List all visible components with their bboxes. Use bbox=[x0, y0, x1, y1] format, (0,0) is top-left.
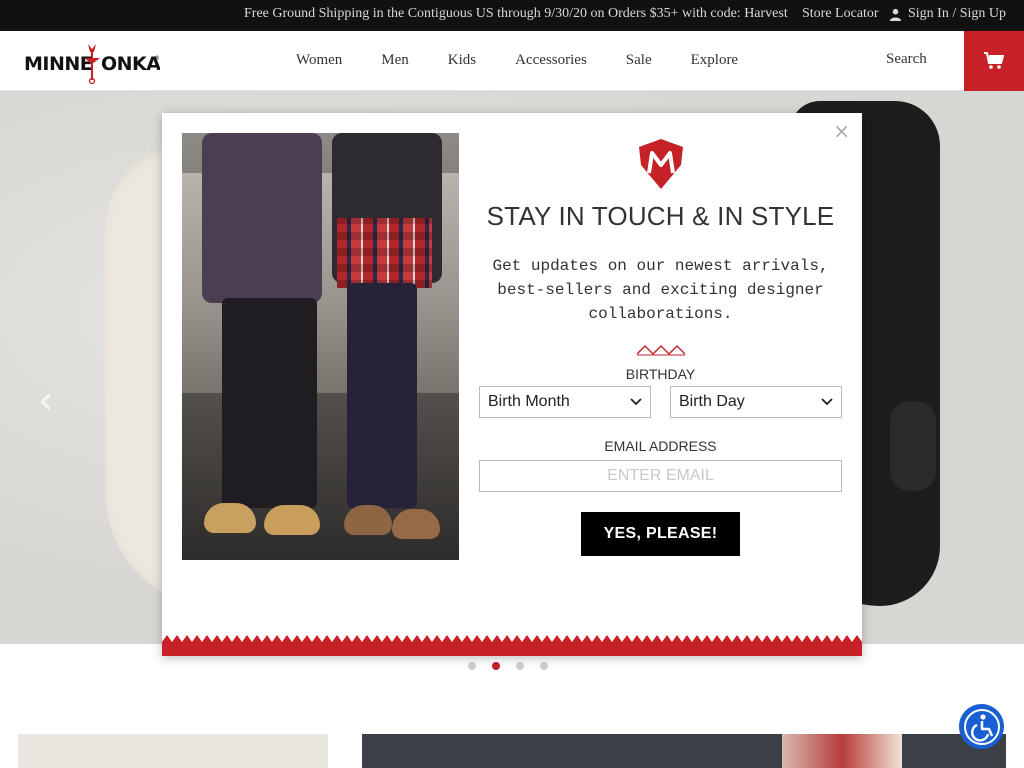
nav-kids[interactable]: Kids bbox=[448, 52, 476, 69]
svg-text:®: ® bbox=[154, 55, 160, 62]
cart-button[interactable] bbox=[964, 31, 1024, 91]
carousel-dot-active[interactable] bbox=[492, 662, 500, 670]
promo-tile-right[interactable] bbox=[362, 734, 1006, 768]
signin-label: Sign In / Sign Up bbox=[908, 6, 1007, 21]
modal-description: Get updates on our newest arrivals, best… bbox=[492, 257, 829, 323]
promo-text: Free Ground Shipping in the Contiguous U… bbox=[244, 6, 788, 21]
carousel-prev-arrow[interactable]: ‹ bbox=[38, 378, 53, 422]
accessibility-button[interactable] bbox=[959, 704, 1004, 749]
birth-month-value: Birth Month bbox=[488, 393, 570, 410]
birthday-label: BIRTHDAY bbox=[625, 366, 696, 382]
modal-title: STAY IN TOUCH & IN STYLE bbox=[486, 201, 835, 231]
nav-women[interactable]: Women bbox=[296, 52, 342, 69]
carousel-dot[interactable] bbox=[540, 662, 548, 670]
svg-text:MINNE: MINNE bbox=[24, 53, 92, 75]
modal-form: STAY IN TOUCH & IN STYLE Get updates on … bbox=[479, 133, 842, 556]
svg-text:ONKA: ONKA bbox=[101, 53, 160, 75]
promo-tile-left[interactable] bbox=[18, 734, 328, 768]
promo-bar: Free Ground Shipping in the Contiguous U… bbox=[0, 0, 1024, 31]
site-header: MINNE ONKA ® Women Men Kids Accessories … bbox=[0, 31, 1024, 91]
carousel-dot[interactable] bbox=[468, 662, 476, 670]
user-icon bbox=[889, 8, 902, 21]
zigzag-divider-icon bbox=[636, 345, 685, 356]
nav-explore[interactable]: Explore bbox=[691, 52, 738, 69]
main-nav: Women Men Kids Accessories Sale Explore bbox=[296, 52, 777, 69]
signin-link[interactable]: Sign In / Sign Up bbox=[889, 6, 1006, 22]
accessibility-icon bbox=[963, 708, 1000, 745]
minnetonka-m-logo bbox=[638, 139, 683, 189]
minnetonka-logo[interactable]: MINNE ONKA ® bbox=[24, 40, 160, 84]
nav-sale[interactable]: Sale bbox=[626, 52, 652, 69]
newsletter-modal: × STAY IN TOUCH & IN STYLE Get updates o… bbox=[162, 113, 862, 656]
nav-men[interactable]: Men bbox=[381, 52, 409, 69]
chevron-down-icon bbox=[630, 398, 642, 406]
submit-button[interactable]: YES, PLEASE! bbox=[581, 512, 740, 556]
modal-zigzag-border bbox=[162, 635, 862, 656]
email-field[interactable] bbox=[479, 460, 842, 492]
modal-lifestyle-image bbox=[182, 133, 459, 560]
carousel-dots bbox=[468, 662, 548, 670]
email-label: EMAIL ADDRESS bbox=[604, 438, 717, 454]
nav-accessories[interactable]: Accessories bbox=[515, 52, 587, 69]
birth-day-value: Birth Day bbox=[679, 393, 745, 410]
birth-month-select[interactable]: Birth Month bbox=[479, 386, 651, 418]
carousel-dot[interactable] bbox=[516, 662, 524, 670]
birthday-selects: Birth Month Birth Day bbox=[479, 386, 842, 418]
store-locator-link[interactable]: Store Locator bbox=[802, 6, 879, 22]
search-link[interactable]: Search bbox=[886, 51, 927, 68]
birth-day-select[interactable]: Birth Day bbox=[670, 386, 842, 418]
chevron-down-icon bbox=[821, 398, 833, 406]
cart-icon bbox=[984, 52, 1004, 69]
